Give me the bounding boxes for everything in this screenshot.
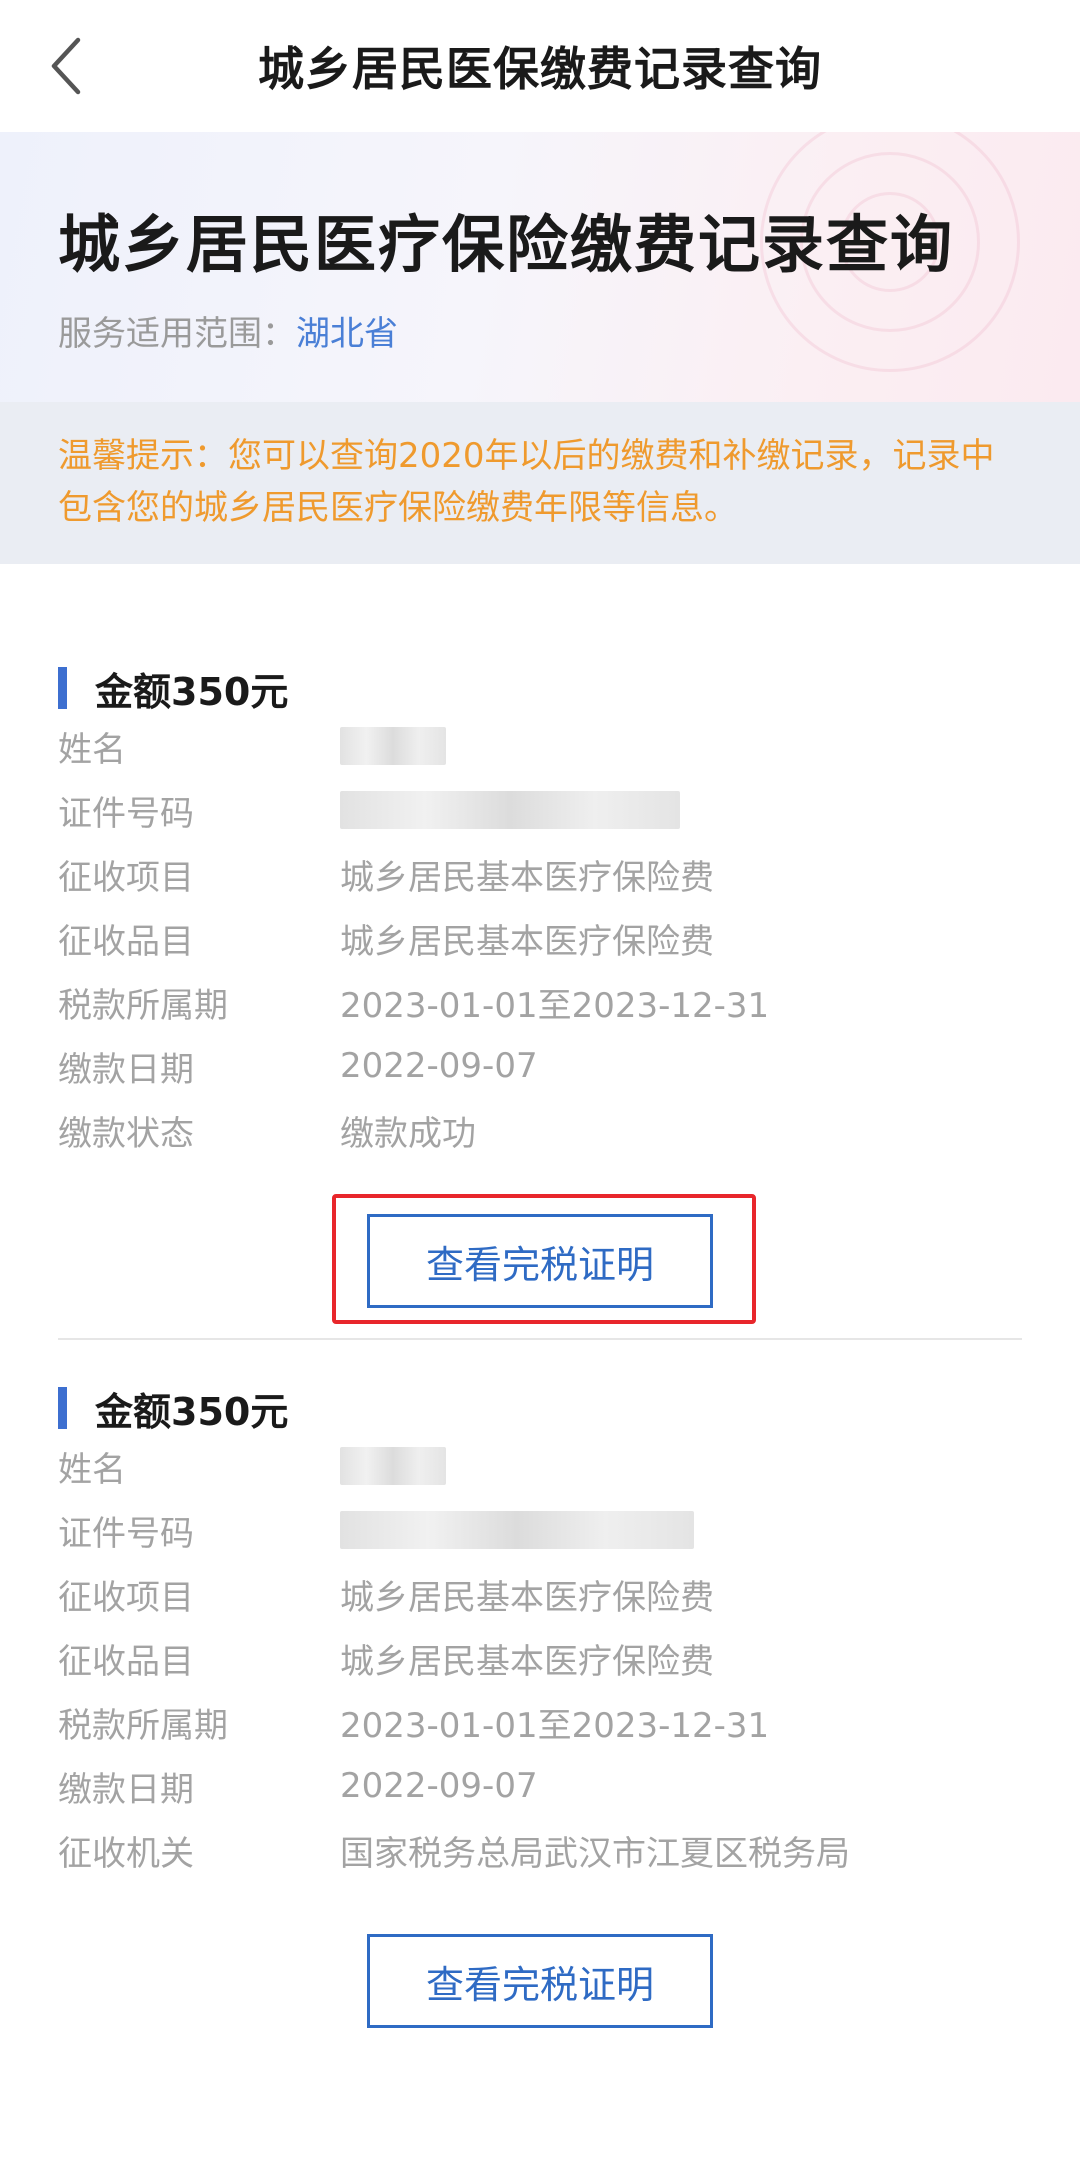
field-value: 2022-09-07 (340, 1766, 538, 1806)
view-tax-certificate-button[interactable]: 查看完税证明 (367, 1214, 713, 1308)
accent-bar (58, 667, 67, 709)
field-row-id-number: 证件号码 (58, 778, 1022, 842)
field-value: 国家税务总局武汉市江夏区税务局 (340, 1833, 850, 1874)
redacted-id-number (340, 1511, 694, 1549)
record-amount: 金额350元 (95, 1389, 289, 1434)
accent-bar (58, 1387, 67, 1429)
field-value: 2022-09-07 (340, 1046, 538, 1086)
field-row: 税款所属期 2023-01-01至2023-12-31 (58, 970, 1022, 1034)
redacted-id-number (340, 791, 680, 829)
field-label: 征收品目 (58, 1641, 194, 1682)
field-label: 缴款状态 (58, 1113, 194, 1154)
service-scope: 服务适用范围：湖北省 (58, 306, 1080, 355)
button-container: 查看完税证明 (58, 1194, 1022, 1324)
back-button[interactable] (36, 36, 96, 96)
field-row: 缴款日期 2022-09-07 (58, 1754, 1022, 1818)
field-label: 征收项目 (58, 857, 194, 898)
field-value: 城乡居民基本医疗保险费 (340, 921, 714, 962)
button-container: 查看完税证明 (58, 1934, 1022, 2028)
field-label: 证件号码 (58, 793, 194, 834)
field-value: 城乡居民基本医疗保险费 (340, 857, 714, 898)
field-row: 征收机关 国家税务总局武汉市江夏区税务局 (58, 1818, 1022, 1882)
field-label: 征收品目 (58, 921, 194, 962)
record-card: 金额350元 姓名 证件号码 征收项目 城乡居民基本医疗保险费 征收品目 城乡居… (58, 564, 1022, 1340)
redacted-name (340, 727, 446, 765)
field-row: 缴款状态 缴款成功 (58, 1098, 1022, 1162)
field-row: 征收品目 城乡居民基本医疗保险费 (58, 906, 1022, 970)
field-label: 缴款日期 (58, 1049, 194, 1090)
hero-title: 城乡居民医疗保险缴费记录查询 (58, 208, 955, 281)
field-label: 姓名 (58, 1449, 126, 1490)
redacted-name (340, 1447, 446, 1485)
service-scope-label: 服务适用范围： (58, 314, 296, 354)
service-scope-value: 湖北省 (296, 314, 398, 354)
notice-text: 温馨提示：您可以查询2020年以后的缴费和补缴记录，记录中包含您的城乡居民医疗保… (0, 402, 1080, 564)
field-value: 城乡居民基本医疗保险费 (340, 1577, 714, 1618)
field-value: 城乡居民基本医疗保险费 (340, 1641, 714, 1682)
top-nav-bar: 城乡居民医保缴费记录查询 (0, 0, 1080, 132)
hero-banner: 城乡居民医疗保险缴费记录查询 服务适用范围：湖北省 (0, 132, 1080, 402)
field-label: 税款所属期 (58, 985, 228, 1026)
field-row-name: 姓名 (58, 714, 1022, 778)
field-row-id-number: 证件号码 (58, 1498, 1022, 1562)
view-tax-certificate-button[interactable]: 查看完税证明 (367, 1934, 713, 2028)
field-value: 缴款成功 (340, 1113, 476, 1154)
field-label: 税款所属期 (58, 1705, 228, 1746)
field-label: 征收机关 (58, 1833, 194, 1874)
records-list: 金额350元 姓名 证件号码 征收项目 城乡居民基本医疗保险费 征收品目 城乡居… (0, 564, 1080, 2028)
record-header: 金额350元 (58, 1382, 1022, 1434)
record-header: 金额350元 (58, 662, 1022, 714)
field-value: 2023-01-01至2023-12-31 (340, 985, 770, 1026)
field-row: 征收品目 城乡居民基本医疗保险费 (58, 1626, 1022, 1690)
field-value: 2023-01-01至2023-12-31 (340, 1705, 770, 1746)
field-label: 姓名 (58, 729, 126, 770)
field-row: 税款所属期 2023-01-01至2023-12-31 (58, 1690, 1022, 1754)
field-label: 征收项目 (58, 1577, 194, 1618)
field-row: 征收项目 城乡居民基本医疗保险费 (58, 1562, 1022, 1626)
page-title: 城乡居民医保缴费记录查询 (258, 42, 822, 96)
record-amount: 金额350元 (95, 669, 289, 714)
field-label: 证件号码 (58, 1513, 194, 1554)
field-row-name: 姓名 (58, 1434, 1022, 1498)
field-row: 缴款日期 2022-09-07 (58, 1034, 1022, 1098)
record-card: 金额350元 姓名 证件号码 征收项目 城乡居民基本医疗保险费 征收品目 城乡居… (58, 1340, 1022, 2028)
field-label: 缴款日期 (58, 1769, 194, 1810)
chevron-left-icon (51, 37, 81, 95)
field-row: 征收项目 城乡居民基本医疗保险费 (58, 842, 1022, 906)
